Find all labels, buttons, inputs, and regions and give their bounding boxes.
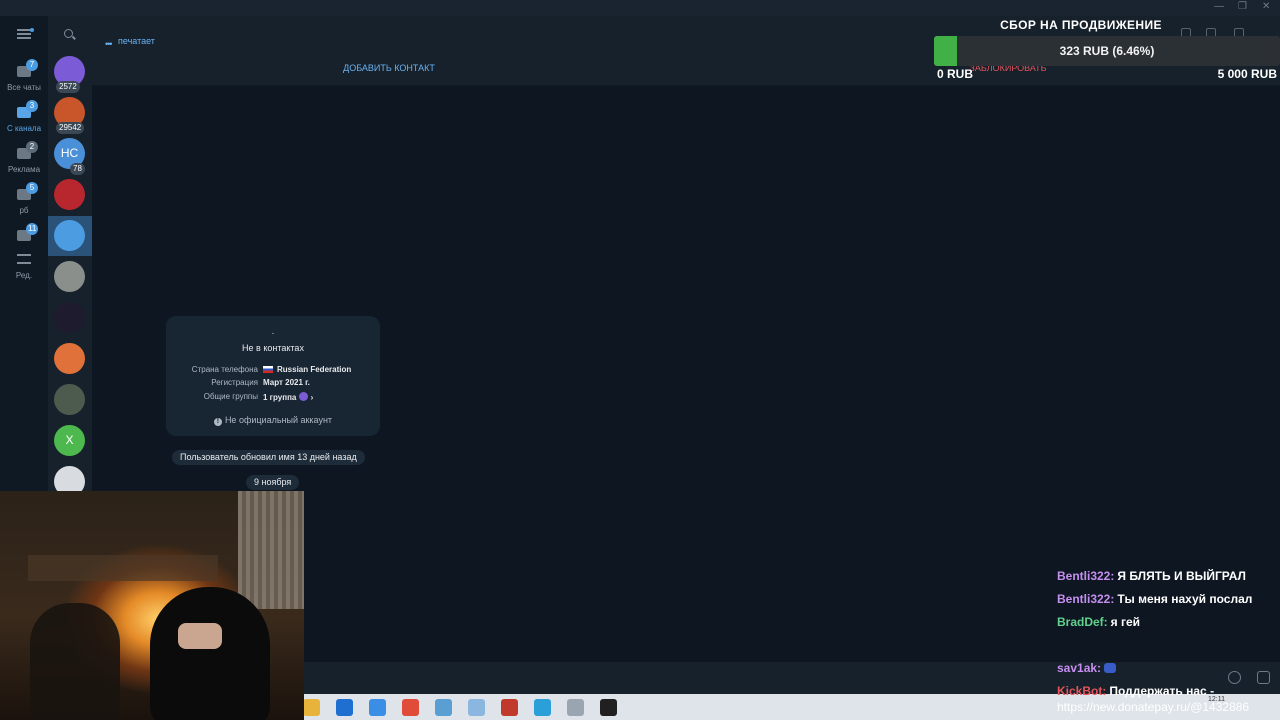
avatar-initials: X bbox=[65, 433, 74, 447]
close-button[interactable]: ✕ bbox=[1262, 1, 1270, 12]
chrome-icon[interactable] bbox=[402, 699, 419, 716]
gallery-icon[interactable] bbox=[567, 699, 584, 716]
chat-list-item[interactable] bbox=[48, 339, 92, 379]
folder-label: Реклама bbox=[7, 165, 41, 174]
russia-flag-icon bbox=[263, 366, 273, 373]
donation-progress-bar: 323 RUB (6.46%) bbox=[934, 36, 1280, 66]
photos-icon[interactable] bbox=[369, 699, 386, 716]
edit-folders-label: Ред. bbox=[15, 271, 33, 280]
donation-max: 5 000 RUB bbox=[1217, 67, 1277, 81]
phone-country-value: Russian Federation bbox=[263, 365, 351, 374]
donation-min: 0 RUB bbox=[937, 67, 974, 81]
chat-list-item[interactable]: 2572 bbox=[48, 52, 92, 93]
chat-list-item[interactable]: 29542 bbox=[48, 93, 92, 134]
folder-label: С канала bbox=[6, 124, 42, 133]
chat-list-item[interactable] bbox=[48, 216, 92, 256]
registration-label: Регистрация bbox=[211, 378, 258, 387]
user-name: . bbox=[271, 326, 275, 336]
registration-value: Март 2021 г. bbox=[263, 378, 310, 387]
maximize-button[interactable]: ❐ bbox=[1238, 1, 1247, 12]
folder-badge: 5 bbox=[26, 182, 38, 194]
donation-title: СБОР НА ПРОДВИЖЕНИЕ bbox=[1000, 18, 1162, 32]
donate-url: https://new.donatepay.ru/@1432886 bbox=[1057, 700, 1250, 714]
chat-avatar bbox=[54, 179, 85, 210]
folder-badge: 11 bbox=[26, 223, 39, 235]
donation-goal-widget: СБОР НА ПРОДВИЖЕНИЕ 323 RUB (6.46%) 0 RU… bbox=[930, 16, 1280, 84]
stream-chat-message: KickBot: Поддержать нас - bbox=[1057, 684, 1215, 698]
stream-chat-message: sav1ak: bbox=[1057, 661, 1117, 675]
unread-dot-icon bbox=[30, 28, 34, 32]
chat-avatar bbox=[54, 220, 85, 251]
phone-country-label: Страна телефона bbox=[191, 365, 258, 374]
chat-avatar bbox=[54, 384, 85, 415]
camera-icon[interactable] bbox=[1257, 671, 1270, 684]
chat-avatar bbox=[54, 261, 85, 292]
outlook-icon[interactable] bbox=[336, 699, 353, 716]
stream-chat-message: Bentli322: Я БЛЯТЬ И ВЫЙГРАЛ bbox=[1057, 569, 1246, 583]
notes-icon[interactable] bbox=[435, 699, 452, 716]
info-icon: ! bbox=[213, 418, 222, 426]
webcam-overlay bbox=[0, 491, 304, 720]
stream-chat-message: BradDef: я гей bbox=[1057, 615, 1141, 629]
add-contact-button[interactable]: ДОБАВИТЬ КОНТАКТ bbox=[300, 63, 478, 73]
folder-all-chats[interactable]: 7 Все чаты bbox=[0, 56, 48, 96]
folder-badge: 7 bbox=[26, 59, 38, 71]
search-icon[interactable] bbox=[64, 29, 73, 38]
not-in-contacts-label: Не в контактах bbox=[242, 343, 304, 353]
bug-app-icon[interactable] bbox=[501, 699, 518, 716]
chat-unread-badge: 78 bbox=[70, 163, 85, 175]
emoji-icon[interactable] bbox=[1228, 671, 1241, 684]
chat-list-item[interactable] bbox=[48, 298, 92, 338]
menu-icon bbox=[17, 29, 31, 39]
telegram-icon[interactable] bbox=[534, 699, 551, 716]
chat-list-item[interactable]: НС 78 bbox=[48, 134, 92, 175]
chat-avatar: X bbox=[54, 425, 85, 456]
date-divider: 9 ноября bbox=[246, 475, 300, 490]
folder-label: Все чаты bbox=[7, 83, 41, 92]
typing-status: печатает bbox=[118, 36, 155, 46]
emote-icon bbox=[1104, 663, 1117, 673]
unofficial-account-note: ! Не официальный аккаунт bbox=[166, 415, 380, 426]
chat-avatar bbox=[54, 302, 85, 333]
chat-unread-badge: 2572 bbox=[56, 81, 80, 93]
window-titlebar bbox=[0, 0, 1280, 16]
stream-chat-message: Bentli322: Ты меня нахуй послал bbox=[1057, 592, 1253, 606]
chat-list-item[interactable] bbox=[48, 380, 92, 420]
common-groups-label: Общие группы bbox=[203, 392, 258, 401]
folder-ads[interactable]: 2 Реклама bbox=[0, 138, 48, 178]
typing-indicator-icon: ••• bbox=[105, 39, 113, 49]
group-avatar-icon bbox=[299, 392, 309, 401]
minimize-button[interactable]: — bbox=[1214, 1, 1224, 12]
common-groups-value[interactable]: 1 группа › bbox=[263, 392, 313, 402]
user-info-card: . Не в контактах Страна телефона Russian… bbox=[166, 316, 380, 436]
chat-list-item[interactable] bbox=[48, 175, 92, 215]
paint-icon[interactable] bbox=[468, 699, 485, 716]
folder-from-channel[interactable]: 3 С канала bbox=[0, 97, 48, 137]
chat-avatar bbox=[54, 343, 85, 374]
file-explorer-icon[interactable] bbox=[303, 699, 320, 716]
folder-rb[interactable]: 5 рб bbox=[0, 179, 48, 219]
chat-unread-badge: 29542 bbox=[56, 122, 85, 134]
chat-list-item[interactable] bbox=[48, 257, 92, 297]
folder-badge: 3 bbox=[26, 100, 38, 112]
name-update-notice: Пользователь обновил имя 13 дней назад bbox=[172, 450, 365, 465]
donation-amount: 323 RUB (6.46%) bbox=[1059, 44, 1155, 58]
folder-badge: 2 bbox=[26, 141, 38, 153]
folder-label: рб bbox=[19, 206, 29, 215]
chat-list-item[interactable]: X bbox=[48, 421, 92, 461]
sliders-icon bbox=[17, 254, 31, 264]
obs-icon[interactable] bbox=[600, 699, 617, 716]
